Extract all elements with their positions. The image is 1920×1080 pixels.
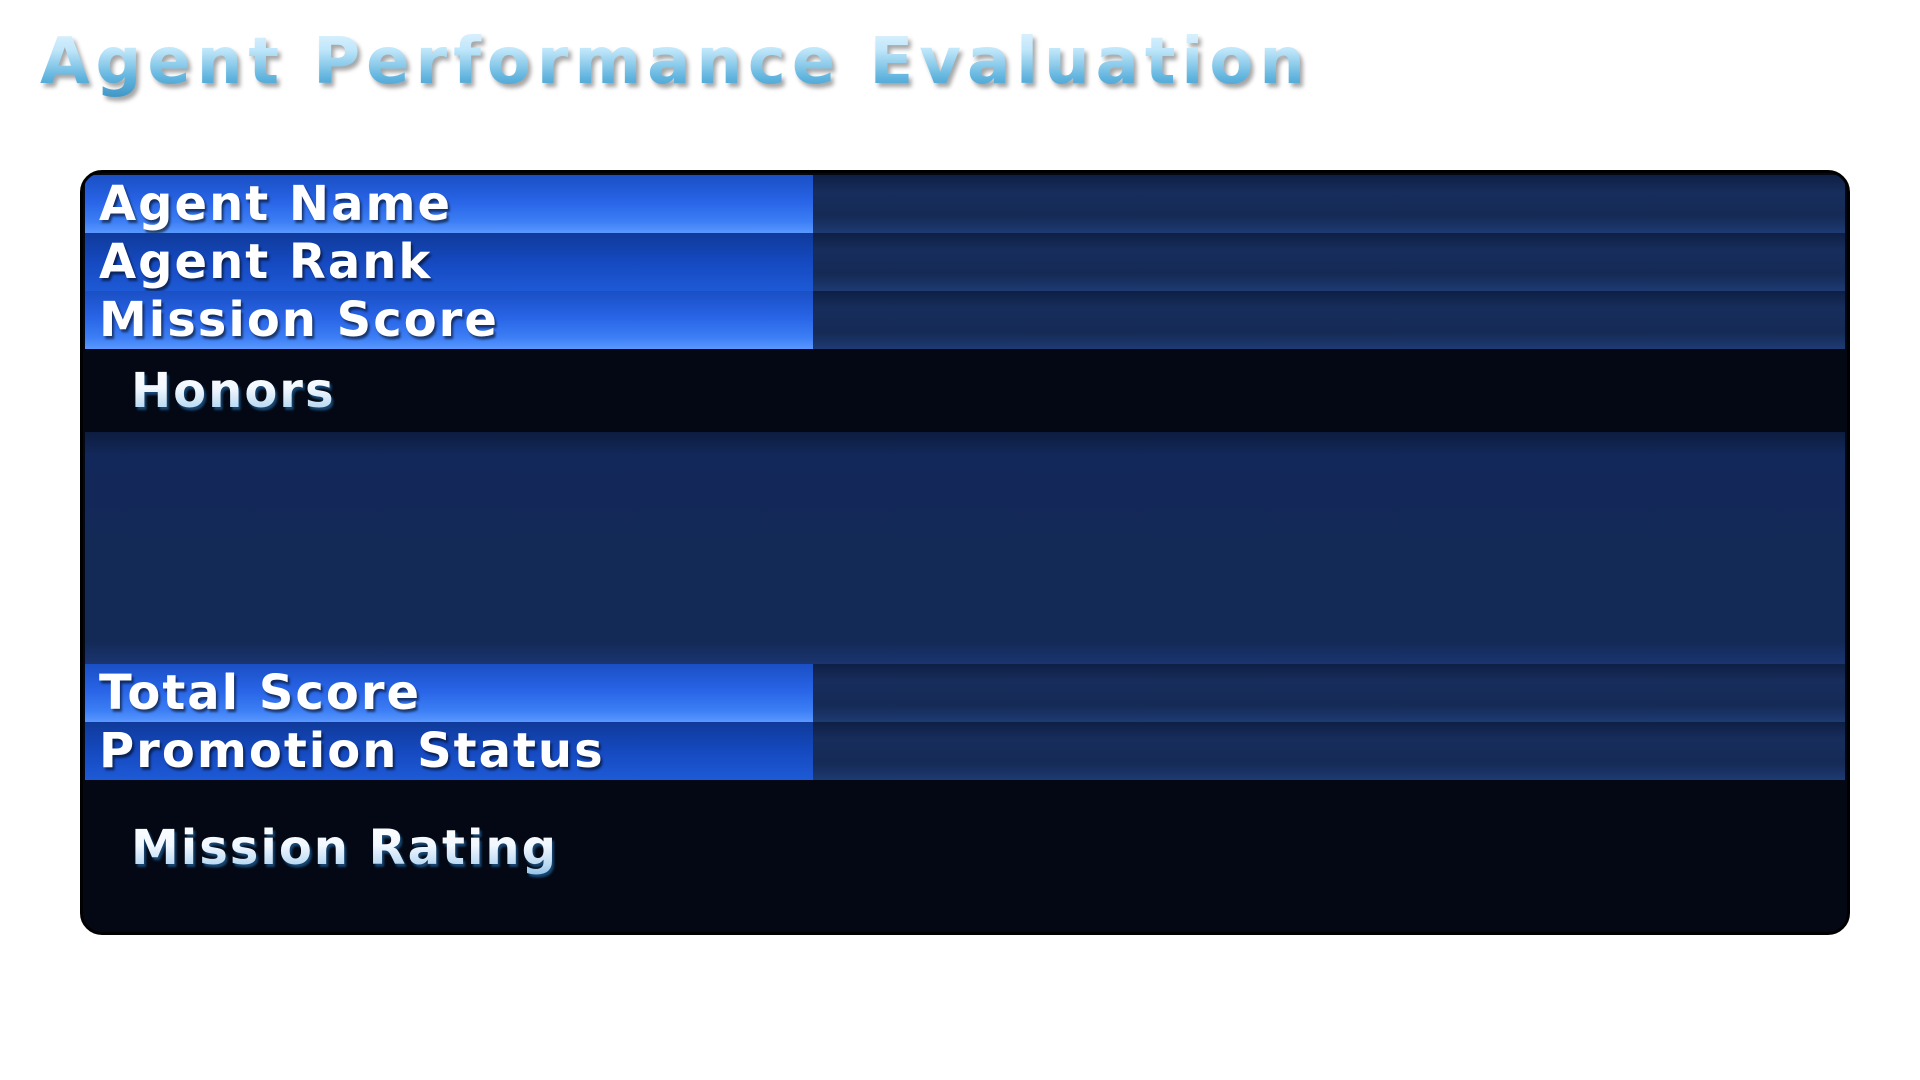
promotion-status-label-cell: Promotion Status bbox=[85, 722, 813, 780]
total-score-label-cell: Total Score bbox=[85, 664, 813, 722]
agent-name-value bbox=[813, 175, 1845, 233]
mission-score-row: Mission Score bbox=[85, 291, 1845, 349]
honors-label: Honors bbox=[131, 363, 336, 419]
total-score-label: Total Score bbox=[99, 665, 422, 721]
agent-rank-value bbox=[813, 233, 1845, 291]
mission-score-label: Mission Score bbox=[99, 292, 499, 348]
promotion-status-value bbox=[813, 722, 1845, 780]
mission-score-value bbox=[813, 291, 1845, 349]
mission-rating-section: Mission Rating bbox=[85, 780, 1845, 930]
agent-rank-row: Agent Rank bbox=[85, 233, 1845, 291]
mission-rating-label: Mission Rating bbox=[131, 820, 558, 876]
agent-name-label-cell: Agent Name bbox=[85, 175, 813, 233]
promotion-status-label: Promotion Status bbox=[99, 723, 605, 779]
honors-list-area bbox=[85, 432, 1845, 664]
agent-name-label: Agent Name bbox=[99, 176, 453, 232]
agent-name-row: Agent Name bbox=[85, 175, 1845, 233]
agent-rank-label-cell: Agent Rank bbox=[85, 233, 813, 291]
total-score-row: Total Score bbox=[85, 664, 1845, 722]
evaluation-panel: Agent Name Agent Rank Mission Score Hono… bbox=[80, 170, 1850, 935]
agent-rank-label: Agent Rank bbox=[99, 234, 433, 290]
promotion-status-row: Promotion Status bbox=[85, 722, 1845, 780]
mission-score-label-cell: Mission Score bbox=[85, 291, 813, 349]
honors-header: Honors bbox=[85, 349, 1845, 432]
page-title: Agent Performance Evaluation bbox=[40, 22, 1311, 102]
total-score-value bbox=[813, 664, 1845, 722]
